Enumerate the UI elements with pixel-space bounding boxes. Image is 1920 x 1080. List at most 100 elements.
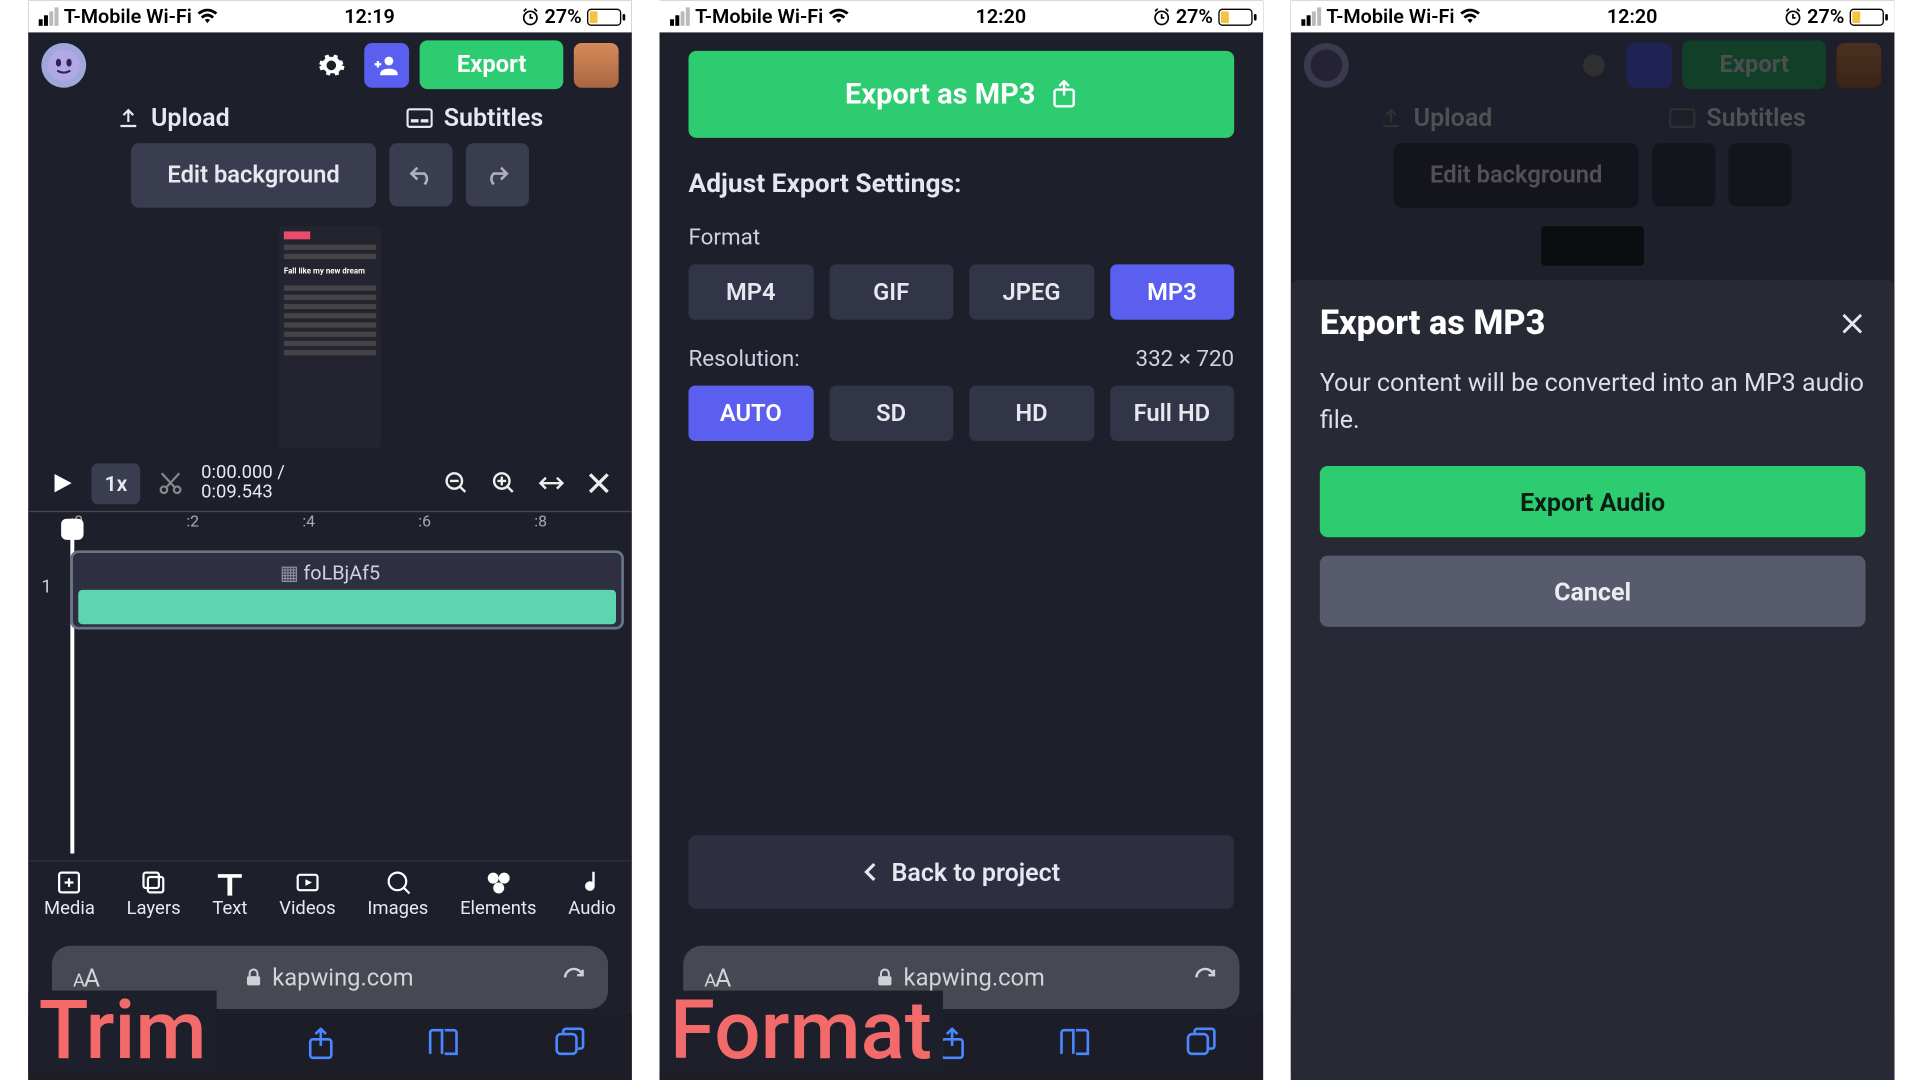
- redo-button[interactable]: [466, 143, 529, 206]
- edit-background-button[interactable]: Edit background: [131, 143, 377, 208]
- screen-export: T-Mobile Wi-Fi 12:20 27% Export Upload S…: [1291, 0, 1895, 1079]
- nav-layers[interactable]: Layers: [127, 869, 181, 919]
- export-as-label: Export as MP3: [845, 77, 1035, 110]
- reload-button[interactable]: [1192, 964, 1218, 990]
- app-logo: [1304, 42, 1349, 87]
- time-display: 0:00.000 / 0:09.543: [201, 462, 285, 503]
- battery-pct: 27%: [1176, 4, 1213, 28]
- tick-8: :8: [534, 512, 547, 530]
- add-person-button: [1627, 42, 1672, 87]
- speed-button[interactable]: 1x: [91, 462, 140, 503]
- timeline-ruler[interactable]: :0 :2 :4 :6 :8: [28, 510, 632, 534]
- resolution-options: AUTO SD HD Full HD: [659, 385, 1263, 456]
- alarm-icon: [1783, 7, 1801, 25]
- cut-button[interactable]: [148, 460, 193, 505]
- back-label: Back to project: [892, 856, 1061, 886]
- wifi-icon: [1460, 8, 1481, 24]
- signal-icon: [1301, 7, 1321, 25]
- user-avatar[interactable]: [574, 42, 619, 87]
- export-button: Export: [1683, 40, 1826, 89]
- share-icon[interactable]: [306, 1027, 335, 1061]
- carrier-label: T-Mobile Wi-Fi: [64, 4, 192, 28]
- format-jpeg[interactable]: JPEG: [969, 264, 1094, 319]
- upload-tab[interactable]: Upload: [117, 102, 230, 132]
- edit-background-button: Edit background: [1393, 143, 1639, 208]
- close-button[interactable]: [579, 463, 619, 503]
- clock: 12:19: [344, 4, 395, 28]
- zoom-in-button[interactable]: [484, 463, 524, 503]
- upload-tab: Upload: [1379, 102, 1492, 132]
- res-fhd[interactable]: Full HD: [1110, 385, 1235, 440]
- carrier-label: T-Mobile Wi-Fi: [695, 4, 823, 28]
- wifi-icon: [197, 8, 218, 24]
- status-bar: T-Mobile Wi-Fi 12:19 27%: [28, 0, 632, 32]
- tabs-icon[interactable]: [1185, 1027, 1217, 1061]
- editor-bottom-nav: Media Layers Text Videos Images Elements…: [28, 860, 632, 932]
- wifi-icon: [829, 8, 850, 24]
- export-audio-button[interactable]: Export Audio: [1320, 466, 1866, 537]
- close-icon[interactable]: [1839, 310, 1865, 336]
- battery-icon: [1218, 8, 1252, 25]
- res-sd[interactable]: SD: [829, 385, 954, 440]
- url-text: kapwing.com: [272, 963, 413, 991]
- tabs-icon[interactable]: [554, 1027, 586, 1061]
- preview-canvas[interactable]: Fall like my new dream: [28, 220, 632, 455]
- reload-button[interactable]: [561, 964, 587, 990]
- play-button[interactable]: [41, 471, 83, 495]
- format-options: MP4 GIF JPEG MP3: [659, 264, 1263, 335]
- status-bar: T-Mobile Wi-Fi 12:20 27%: [1291, 0, 1895, 32]
- nav-audio[interactable]: Audio: [568, 869, 616, 919]
- zoom-out-button[interactable]: [437, 463, 477, 503]
- add-person-button[interactable]: [365, 42, 410, 87]
- bookmarks-icon[interactable]: [428, 1027, 462, 1061]
- carrier-label: T-Mobile Wi-Fi: [1326, 4, 1454, 28]
- clip[interactable]: [78, 589, 616, 623]
- nav-text[interactable]: Text: [212, 869, 247, 919]
- modal-description: Your content will be converted into an M…: [1320, 364, 1866, 437]
- alarm-icon: [1152, 7, 1170, 25]
- app-logo[interactable]: [41, 42, 86, 87]
- subtitles-tab[interactable]: Subtitles: [407, 102, 543, 132]
- status-bar: T-Mobile Wi-Fi 12:20 27%: [659, 0, 1263, 32]
- timeline-track[interactable]: 1 ▦ foLBjAf5: [36, 550, 624, 629]
- screen-format: T-Mobile Wi-Fi 12:20 27% Export as MP3 A…: [659, 0, 1263, 1079]
- battery-icon: [1850, 8, 1884, 25]
- gear-icon: [1572, 42, 1617, 87]
- fit-button[interactable]: [532, 463, 572, 503]
- tick-6: :6: [418, 512, 431, 530]
- format-mp4[interactable]: MP4: [688, 264, 813, 319]
- undo-button[interactable]: [390, 143, 453, 206]
- cancel-button[interactable]: Cancel: [1320, 555, 1866, 626]
- resolution-value: 332 × 720: [1136, 346, 1235, 372]
- export-button[interactable]: Export: [420, 40, 563, 89]
- battery-icon: [587, 8, 621, 25]
- res-hd[interactable]: HD: [969, 385, 1094, 440]
- export-as-button[interactable]: Export as MP3: [688, 50, 1234, 137]
- playback-bar: 1x 0:00.000 / 0:09.543: [28, 455, 632, 510]
- tick-2: :2: [186, 512, 199, 530]
- undo-button: [1652, 143, 1715, 206]
- subtitles-tab: Subtitles: [1669, 102, 1805, 132]
- time-total: 0:09.543: [201, 483, 285, 503]
- bookmarks-icon[interactable]: [1059, 1027, 1093, 1061]
- tick-4: :4: [302, 512, 315, 530]
- redo-button: [1729, 143, 1792, 206]
- gear-icon[interactable]: [309, 42, 354, 87]
- nav-images[interactable]: Images: [367, 869, 428, 919]
- battery-pct: 27%: [1807, 4, 1844, 28]
- nav-videos[interactable]: Videos: [279, 869, 335, 919]
- user-avatar: [1836, 42, 1881, 87]
- upload-label: Upload: [151, 102, 230, 132]
- clock: 12:20: [1607, 4, 1658, 28]
- modal-title: Export as MP3: [1320, 303, 1546, 343]
- nav-media[interactable]: Media: [44, 869, 95, 919]
- time-current: 0:00.000 /: [201, 462, 285, 482]
- adjust-settings-title: Adjust Export Settings:: [659, 161, 1263, 214]
- res-auto[interactable]: AUTO: [688, 385, 813, 440]
- nav-elements[interactable]: Elements: [460, 869, 536, 919]
- format-gif[interactable]: GIF: [829, 264, 954, 319]
- subtitles-label: Subtitles: [444, 102, 544, 132]
- back-to-project-button[interactable]: Back to project: [688, 835, 1234, 909]
- alarm-icon: [521, 7, 539, 25]
- format-mp3[interactable]: MP3: [1110, 264, 1235, 319]
